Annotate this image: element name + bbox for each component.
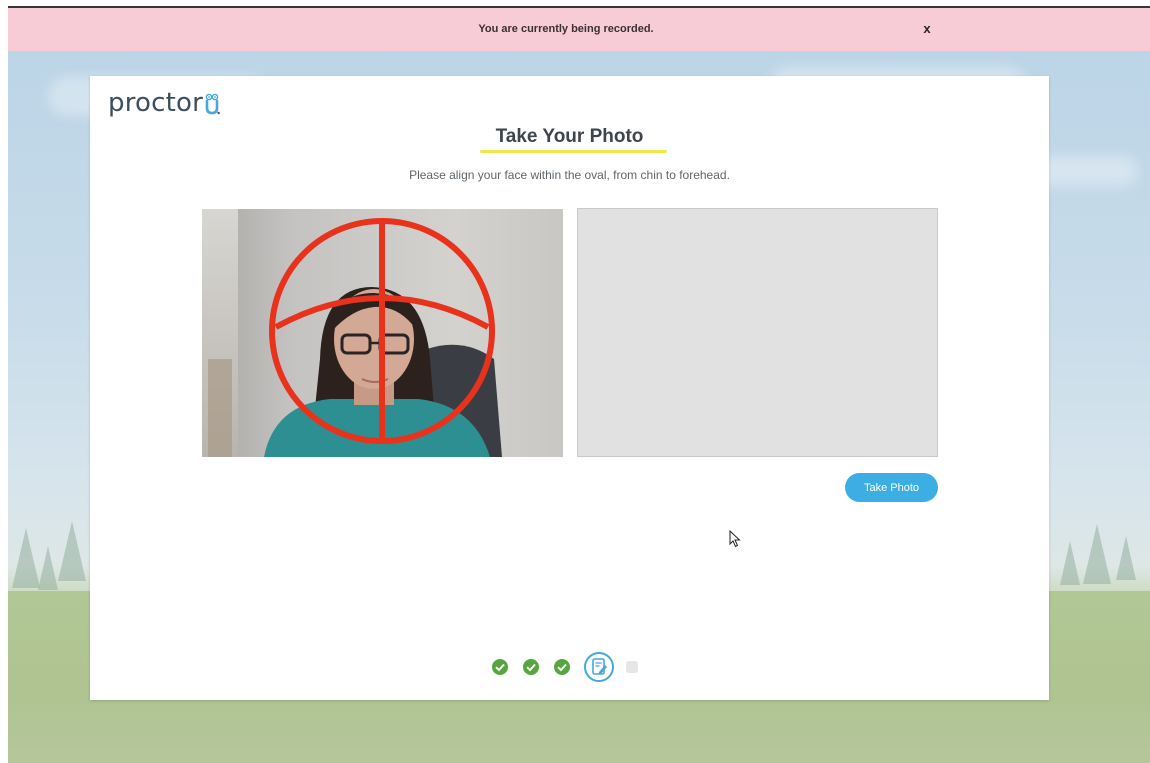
webcam-feed [202,209,563,457]
owl-u-logo-icon [204,93,220,115]
proctoru-logo: proctor [108,88,220,118]
step-5-pending-icon [626,661,638,673]
take-photo-button[interactable]: Take Photo [845,473,938,502]
photo-capture-card: proctor Take Your Photo Please align you… [90,76,1049,700]
step-3-check-icon [554,659,570,675]
recording-banner: You are currently being recorded. x [8,6,1150,51]
step-1-check-icon [492,659,508,675]
page-title: Take Your Photo [479,126,668,153]
face-alignment-crosshair-icon [269,218,495,444]
title-highlight [479,150,668,153]
step-4-photo-id-icon [584,652,614,682]
step-2-check-icon [523,659,539,675]
recording-message: You are currently being recorded. [478,23,654,35]
alignment-instructions: Please align your face within the oval, … [409,168,730,182]
mouse-cursor-icon [729,530,741,548]
photo-preview [577,208,938,457]
close-icon[interactable]: x [920,21,934,36]
logo-text: proctor [108,88,204,118]
